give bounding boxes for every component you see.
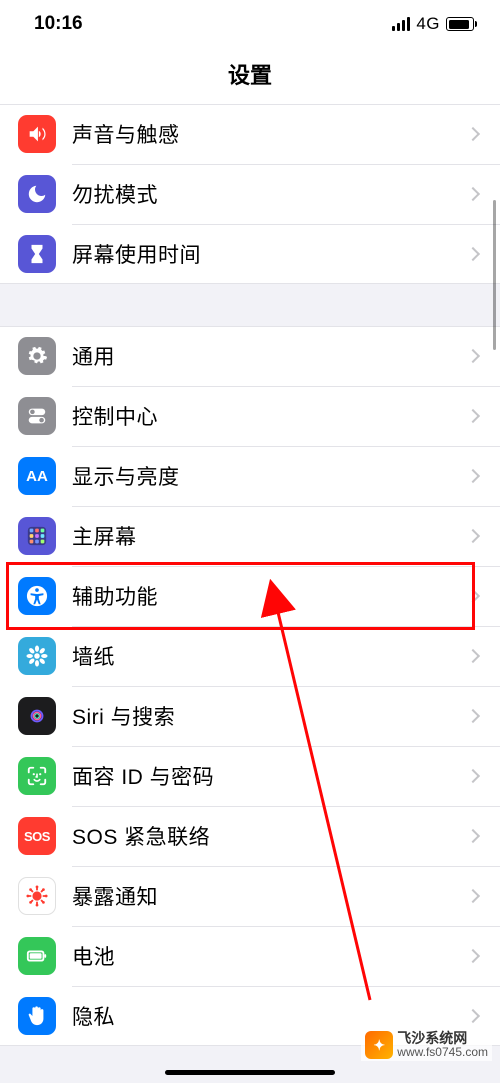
row-label: 声音与触感 [72, 119, 468, 149]
grid-icon [18, 517, 56, 555]
watermark-text: 飞沙系统网 www.fs0745.com [397, 1031, 488, 1058]
chevron-right-icon [466, 889, 480, 903]
faceid-icon [18, 757, 56, 795]
row-label: 显示与亮度 [72, 461, 468, 491]
flower-icon [18, 637, 56, 675]
scroll-indicator [493, 200, 496, 350]
battery-icon [18, 937, 56, 975]
status-right: 4G [392, 14, 474, 34]
row-label: 屏幕使用时间 [72, 239, 468, 269]
row-label: 控制中心 [72, 401, 468, 431]
siri-icon [18, 697, 56, 735]
text-size-icon: AA [18, 457, 56, 495]
row-label: 主屏幕 [72, 521, 468, 551]
settings-row-accessibility[interactable]: 辅助功能 [0, 566, 500, 626]
toggles-icon [18, 397, 56, 435]
settings-row-homescreen[interactable]: 主屏幕 [0, 506, 500, 566]
settings-row-battery[interactable]: 电池 [0, 926, 500, 986]
row-label: SOS 紧急联络 [72, 821, 468, 851]
row-label: 辅助功能 [72, 581, 468, 611]
moon-icon [18, 175, 56, 213]
chevron-right-icon [466, 247, 480, 261]
settings-row-controlcenter[interactable]: 控制中心 [0, 386, 500, 446]
row-label: 面容 ID 与密码 [72, 761, 468, 791]
row-label: 隐私 [72, 1001, 468, 1031]
speaker-icon [18, 115, 56, 153]
chevron-right-icon [466, 709, 480, 723]
battery-icon [446, 17, 474, 31]
page-title: 设置 [0, 48, 500, 104]
home-indicator [165, 1070, 335, 1075]
chevron-right-icon [466, 349, 480, 363]
settings-row-general[interactable]: 通用 [0, 326, 500, 386]
chevron-right-icon [466, 769, 480, 783]
settings-row-dnd[interactable]: 勿扰模式 [0, 164, 500, 224]
row-label: 暴露通知 [72, 881, 468, 911]
chevron-right-icon [466, 529, 480, 543]
settings-row-sos[interactable]: SOS SOS 紧急联络 [0, 806, 500, 866]
status-bar: 10:16 4G [0, 0, 500, 48]
chevron-right-icon [466, 127, 480, 141]
row-label: 墙纸 [72, 641, 468, 671]
accessibility-icon [18, 577, 56, 615]
chevron-right-icon [466, 1009, 480, 1023]
watermark-logo-icon: ✦ [365, 1031, 393, 1059]
watermark: ✦ 飞沙系统网 www.fs0745.com [361, 1029, 492, 1061]
settings-row-screentime[interactable]: 屏幕使用时间 [0, 224, 500, 284]
settings-list[interactable]: 声音与触感勿扰模式屏幕使用时间通用控制中心 AA 显示与亮度主屏幕辅助功能墙纸 Sir… [0, 104, 500, 1046]
row-label: 电池 [72, 941, 468, 971]
hand-icon [18, 997, 56, 1035]
sos-icon: SOS [18, 817, 56, 855]
chevron-right-icon [466, 649, 480, 663]
row-label: 通用 [72, 341, 468, 371]
settings-row-exposure[interactable]: 暴露通知 [0, 866, 500, 926]
gear-icon [18, 337, 56, 375]
settings-row-wallpaper[interactable]: 墙纸 [0, 626, 500, 686]
chevron-right-icon [466, 409, 480, 423]
settings-row-faceid[interactable]: 面容 ID 与密码 [0, 746, 500, 806]
chevron-right-icon [466, 589, 480, 603]
settings-row-siri[interactable]: Siri 与搜索 [0, 686, 500, 746]
signal-icon [392, 17, 410, 31]
chevron-right-icon [466, 829, 480, 843]
settings-row-display[interactable]: AA 显示与亮度 [0, 446, 500, 506]
chevron-right-icon [466, 949, 480, 963]
chevron-right-icon [466, 469, 480, 483]
settings-row-sounds[interactable]: 声音与触感 [0, 104, 500, 164]
hourglass-icon [18, 235, 56, 273]
virus-icon [18, 877, 56, 915]
network-label: 4G [416, 14, 440, 34]
row-label: 勿扰模式 [72, 179, 468, 209]
chevron-right-icon [466, 187, 480, 201]
status-time: 10:16 [34, 13, 83, 35]
row-label: Siri 与搜索 [72, 701, 468, 731]
